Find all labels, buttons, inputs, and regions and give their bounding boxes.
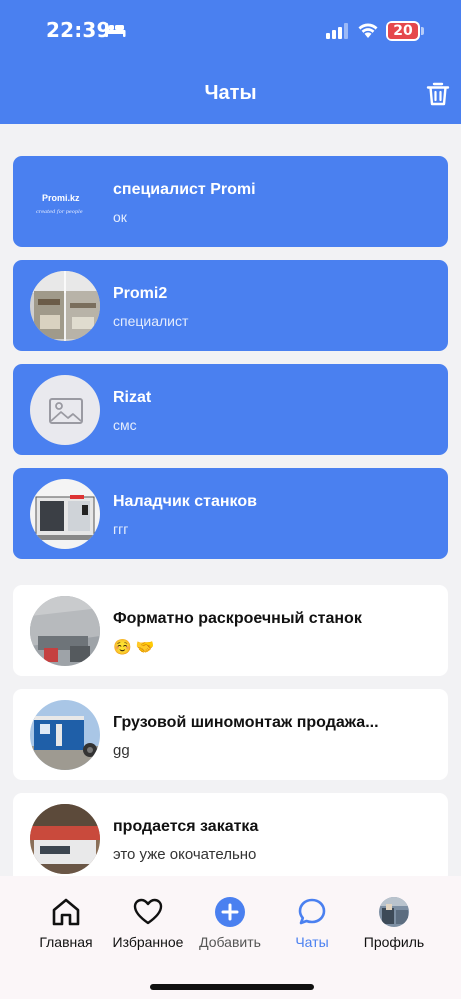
chat-name: Promi2 — [113, 285, 168, 302]
nav-home-label: Главная — [39, 934, 93, 950]
avatar-saw-photo — [30, 596, 100, 666]
nav-add-label: Добавить — [199, 934, 261, 950]
chat-name: Наладчик станков — [113, 493, 257, 510]
app-header: 22:39 20 Чаты — [0, 0, 461, 124]
battery-cap — [421, 27, 424, 35]
chat-last-message: ок — [113, 209, 127, 225]
chat-last-message: смс — [113, 417, 137, 433]
promi-logo-icon: Promi.kz created for people — [36, 193, 83, 215]
status-time: 22:39 — [46, 18, 111, 42]
profile-avatar — [379, 897, 409, 927]
chat-item[interactable]: Наладчик станков ггг — [13, 468, 448, 559]
svg-text:created for people: created for people — [36, 209, 83, 215]
chat-name: Форматно раскроечный станок — [113, 610, 362, 627]
chat-last-message: специалист — [113, 313, 189, 329]
plus-circle-icon — [215, 897, 245, 927]
battery-indicator: 20 — [386, 21, 420, 41]
image-placeholder-icon — [49, 398, 83, 424]
avatar-machine-photo — [30, 479, 100, 549]
avatar-workshop-photo — [30, 271, 100, 341]
nav-chats-label: Чаты — [295, 934, 329, 950]
chat-last-message: ☺️ 🤝 — [113, 639, 155, 656]
svg-text:Promi.kz: Promi.kz — [42, 193, 80, 203]
trash-icon[interactable] — [424, 80, 452, 108]
chat-name: специалист Promi — [113, 181, 256, 198]
chat-item[interactable]: Грузовой шиномонтаж продажа... gg — [13, 689, 448, 780]
chat-name: Грузовой шиномонтаж продажа... — [113, 714, 379, 731]
nav-add[interactable]: Добавить — [185, 896, 275, 950]
avatar-edgebander-photo — [30, 804, 100, 874]
nav-home[interactable]: Главная — [21, 896, 111, 950]
chat-list: Promi.kz created for people специалист P… — [13, 156, 448, 897]
page-title: Чаты — [204, 82, 257, 104]
chat-last-message: gg — [113, 742, 130, 759]
chat-item[interactable]: продается закатка это уже окочательно — [13, 793, 448, 884]
nav-favorites[interactable]: Избранное — [103, 896, 193, 950]
nav-profile-label: Профиль — [363, 934, 425, 950]
chat-item[interactable]: Promi2 специалист — [13, 260, 448, 351]
avatar-promi-logo: Promi.kz created for people — [30, 167, 100, 237]
chat-name: Rizat — [113, 389, 152, 406]
nav-favorites-label: Избранное — [112, 934, 184, 950]
chat-last-message: ггг — [113, 521, 129, 537]
home-indicator — [150, 984, 314, 990]
chat-name: продается закатка — [113, 818, 259, 835]
nav-chats[interactable]: Чаты — [267, 896, 357, 950]
cellular-signal-icon — [326, 23, 348, 39]
home-icon — [52, 898, 80, 926]
chat-last-message: это уже окочательно — [113, 846, 257, 863]
chat-item[interactable]: Rizat смс — [13, 364, 448, 455]
chat-item[interactable]: Форматно раскроечный станок ☺️ 🤝 — [13, 585, 448, 676]
avatar-container-photo — [30, 700, 100, 770]
wifi-icon — [358, 23, 378, 38]
chat-item[interactable]: Promi.kz created for people специалист P… — [13, 156, 448, 247]
chat-bubble-icon — [298, 898, 326, 925]
bed-icon — [105, 23, 126, 37]
bottom-navigation: Главная Избранное Добавить Чаты Профиль — [0, 876, 461, 999]
heart-icon — [133, 898, 163, 925]
nav-profile[interactable]: Профиль — [349, 896, 439, 950]
battery-percent: 20 — [393, 23, 413, 39]
avatar-placeholder — [30, 375, 100, 445]
